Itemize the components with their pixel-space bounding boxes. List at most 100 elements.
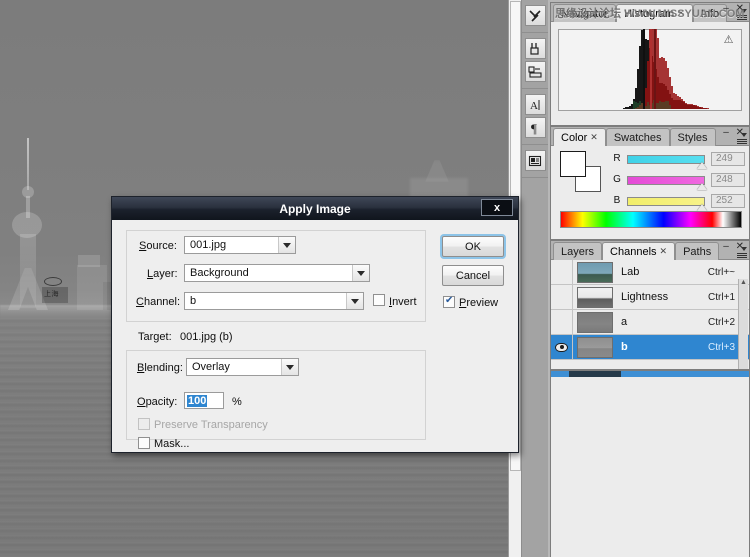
tab-styles[interactable]: Styles xyxy=(670,128,716,146)
panel-menu-icon[interactable] xyxy=(733,7,747,21)
close-icon[interactable]: ✕ xyxy=(660,246,668,257)
layer-dropdown[interactable]: Background xyxy=(184,264,370,282)
color-slider-r-value[interactable]: 249 xyxy=(711,152,745,166)
channel-row-lightness[interactable]: Lightness Ctrl+1 xyxy=(551,285,749,310)
color-slider-r-track[interactable] xyxy=(627,155,705,164)
color-slider-g-track[interactable] xyxy=(627,176,705,185)
tab-paths[interactable]: Paths xyxy=(675,242,719,260)
layer-value: Background xyxy=(185,267,249,279)
color-slider-r[interactable]: R 249 xyxy=(611,153,746,167)
channel-name-lightness: Lightness xyxy=(621,291,668,303)
tool-presets-icon[interactable] xyxy=(525,5,546,26)
layer-comps-icon[interactable] xyxy=(525,150,546,171)
close-icon[interactable]: ✕ xyxy=(590,132,598,143)
color-slider-g[interactable]: G 248 xyxy=(611,174,746,188)
tab-color-label: Color xyxy=(561,132,587,144)
close-icon[interactable]: ✕ xyxy=(677,8,685,19)
ok-button[interactable]: OK xyxy=(442,236,504,257)
tab-layers[interactable]: Layers xyxy=(553,242,602,260)
mask-checkbox[interactable] xyxy=(138,437,150,449)
lower-panel-area xyxy=(550,370,750,557)
visibility-toggle-lab[interactable] xyxy=(551,260,573,284)
mask-label[interactable]: Mask... xyxy=(154,438,189,450)
cancel-button[interactable]: Cancel xyxy=(442,265,504,286)
channels-scrollbar[interactable]: ▲ xyxy=(738,279,748,369)
target-label: Target: xyxy=(138,331,172,343)
channel-shortcut-lightness: Ctrl+1 xyxy=(708,292,735,303)
color-slider-b-value[interactable]: 252 xyxy=(711,194,745,208)
color-spectrum-ramp[interactable] xyxy=(560,211,742,228)
tab-navigator-label: Navigator xyxy=(561,8,608,20)
clone-source-icon[interactable] xyxy=(525,61,546,82)
tab-swatches[interactable]: Swatches xyxy=(606,128,670,146)
color-slider-r-thumb[interactable] xyxy=(697,162,707,169)
photoshop-window: 上海 A ¶ Navigator Histogram ✕ Info – ✕ 思缘… xyxy=(0,0,750,557)
channel-shortcut-lab: Ctrl+~ xyxy=(708,267,735,278)
dialog-title-bar[interactable]: Apply Image x xyxy=(112,197,518,220)
svg-text:A: A xyxy=(530,100,538,112)
tab-navigator[interactable]: Navigator xyxy=(553,4,616,22)
source-label-rest: ource: xyxy=(146,240,177,252)
character-icon[interactable]: A xyxy=(525,94,546,115)
warning-triangle-icon[interactable]: ⚠ xyxy=(722,34,735,46)
visibility-toggle-lightness[interactable] xyxy=(551,285,573,309)
eye-icon[interactable] xyxy=(555,343,568,352)
source-dropdown[interactable]: 001.jpg xyxy=(184,236,296,254)
blending-label-rest: lending: xyxy=(144,362,183,374)
pearl-tower-spire xyxy=(27,138,29,190)
channel-thumbnail-lab xyxy=(577,262,613,283)
channel-row-lab[interactable]: Lab Ctrl+~ xyxy=(551,260,749,285)
chevron-down-icon[interactable] xyxy=(281,359,298,375)
tab-channels[interactable]: Channels ✕ xyxy=(602,242,675,260)
scroll-up-arrow-icon[interactable]: ▲ xyxy=(739,279,748,286)
preview-label[interactable]: Preview xyxy=(459,297,498,309)
target-value: 001.jpg (b) xyxy=(180,331,233,343)
close-button[interactable]: x xyxy=(481,199,513,216)
channel-row-a[interactable]: a Ctrl+2 xyxy=(551,310,749,335)
invert-checkbox[interactable] xyxy=(373,294,385,306)
visibility-toggle-b[interactable] xyxy=(551,335,573,359)
color-slider-g-label: G xyxy=(611,174,623,185)
tab-channels-label: Channels xyxy=(610,246,656,258)
foreground-color-swatch[interactable] xyxy=(560,151,586,177)
channel-thumbnail-b xyxy=(577,337,613,358)
svg-text:¶: ¶ xyxy=(531,121,537,135)
channel-value: b xyxy=(185,295,196,307)
apply-image-dialog[interactable]: Apply Image x Source: 001.jpg Layer: Bac… xyxy=(111,196,519,453)
color-slider-b-track[interactable] xyxy=(627,197,705,206)
preview-checkbox[interactable] xyxy=(443,296,455,308)
channel-dropdown[interactable]: b xyxy=(184,292,364,310)
preserve-transparency-label: Preserve Transparency xyxy=(154,419,268,431)
chevron-down-icon[interactable] xyxy=(346,293,363,309)
tab-info[interactable]: Info xyxy=(693,4,727,22)
chevron-down-icon[interactable] xyxy=(352,265,369,281)
chevron-down-icon[interactable] xyxy=(278,237,295,253)
visibility-toggle-a[interactable] xyxy=(551,310,573,334)
opacity-input[interactable]: 100 xyxy=(184,392,224,409)
dialog-body: Source: 001.jpg Layer: Background Channe… xyxy=(112,220,518,453)
color-slider-b-thumb[interactable] xyxy=(697,204,707,211)
color-slider-g-thumb[interactable] xyxy=(697,183,707,190)
dock-group-2 xyxy=(522,33,548,89)
tab-histogram[interactable]: Histogram ✕ xyxy=(616,4,693,22)
color-slider-r-label: R xyxy=(611,153,623,164)
channel-shortcut-b: Ctrl+3 xyxy=(708,342,735,353)
channel-row-b[interactable]: b Ctrl+3 xyxy=(551,335,749,360)
color-panel-tabs: Color ✕ Swatches Styles – ✕ xyxy=(551,127,749,146)
color-slider-b[interactable]: B 252 xyxy=(611,195,746,209)
panel-menu-icon[interactable] xyxy=(733,245,747,259)
preview-label-rest: review xyxy=(466,297,498,309)
paragraph-icon[interactable]: ¶ xyxy=(525,117,546,138)
tab-color[interactable]: Color ✕ xyxy=(553,128,606,146)
invert-label[interactable]: Invert xyxy=(389,296,417,308)
histogram-spike xyxy=(643,29,645,109)
color-slider-g-value[interactable]: 248 xyxy=(711,173,745,187)
brushes-icon[interactable] xyxy=(525,38,546,59)
dock-group-3: A ¶ xyxy=(522,89,548,145)
panel-menu-icon[interactable] xyxy=(733,131,747,145)
selected-row-overflow xyxy=(551,371,749,377)
histogram-plot[interactable]: ⚠ xyxy=(558,29,742,111)
tab-styles-label: Styles xyxy=(678,132,708,144)
channel-name-lab: Lab xyxy=(621,266,639,278)
blending-dropdown[interactable]: Overlay xyxy=(186,358,299,376)
